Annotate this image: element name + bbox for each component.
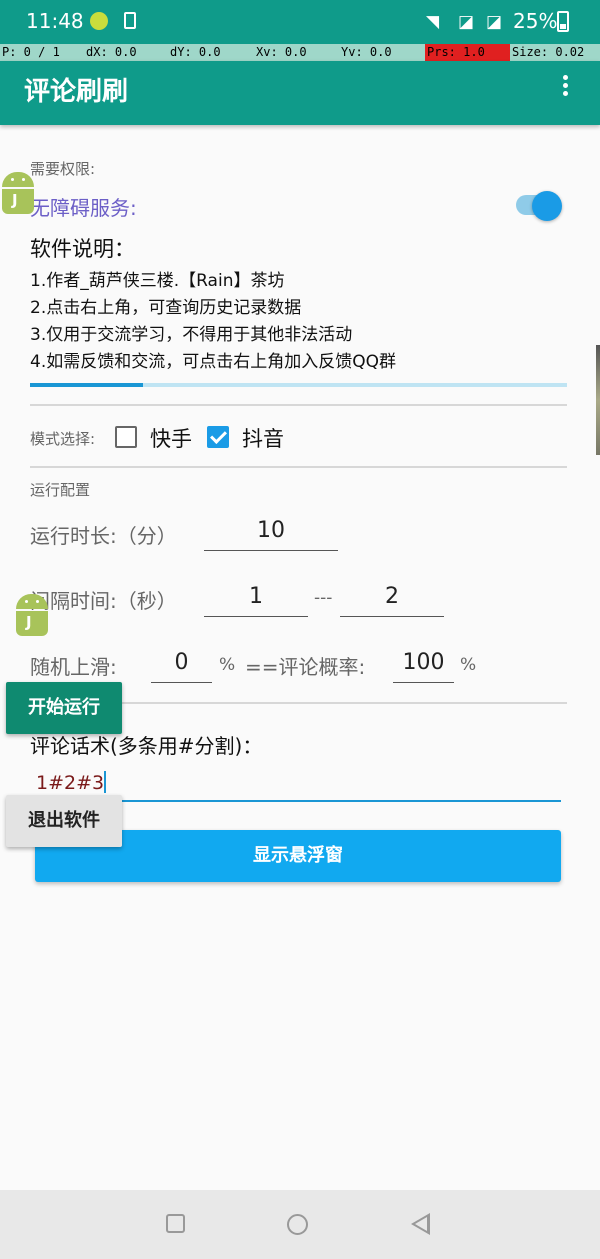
- edge-app-preview: [596, 345, 600, 455]
- divider: [30, 404, 567, 406]
- interval-max-input[interactable]: 2: [340, 582, 444, 617]
- progress-fill: [30, 383, 143, 387]
- kuaishou-label[interactable]: 快手: [150, 423, 192, 453]
- start-run-button[interactable]: 开始运行: [6, 682, 122, 734]
- description-title: 软件说明：: [30, 237, 135, 261]
- comment-prob-input[interactable]: 100: [393, 648, 454, 683]
- divider: [30, 466, 567, 468]
- swipe-input[interactable]: 0: [151, 648, 212, 683]
- swipe-label: 随机上滑:: [30, 655, 117, 679]
- pointer-count: P: 0 / 1: [2, 45, 60, 59]
- pointer-yv: Yv: 0.0: [341, 45, 392, 59]
- run-config-label: 运行配置: [30, 481, 91, 499]
- home-icon[interactable]: [287, 1214, 308, 1235]
- description-line: 1.作者_葫芦侠三楼.【Rain】茶坊: [30, 271, 285, 291]
- description-line: 2.点击右上角，可查询历史记录数据: [30, 298, 302, 318]
- progress-bar: [30, 383, 567, 387]
- pointer-dy: dY: 0.0: [170, 45, 221, 59]
- comment-prob-unit: %: [460, 655, 477, 675]
- status-bar: 11:48 ◥ ◪ ◪ 25%: [0, 0, 600, 44]
- app-title: 评论刷刷: [24, 77, 129, 107]
- interval-min-input[interactable]: 1: [204, 582, 308, 617]
- phrases-label: 评论话术(多条用#分割)：: [30, 734, 263, 758]
- pointer-location-overlay: P: 0 / 1 dX: 0.0 dY: 0.0 Xv: 0.0 Yv: 0.0…: [0, 44, 600, 61]
- interval-label: 间隔时间:（秒）: [30, 589, 177, 613]
- more-vert-icon[interactable]: [553, 73, 577, 97]
- douyin-checkbox[interactable]: [207, 426, 229, 448]
- douyin-label[interactable]: 抖音: [242, 423, 284, 453]
- android-robot-icon[interactable]: [14, 594, 50, 638]
- duration-label: 运行时长:（分）: [30, 524, 177, 548]
- description-line: 4.如需反馈和交流，可点击右上角加入反馈QQ群: [30, 352, 396, 372]
- status-time: 11:48: [26, 9, 84, 33]
- back-icon[interactable]: [411, 1213, 430, 1235]
- app-bar: 评论刷刷: [0, 61, 600, 125]
- battery-icon: [557, 11, 569, 32]
- download-notification-icon: [124, 12, 136, 29]
- swipe-unit: %: [219, 655, 236, 675]
- duration-input[interactable]: 10: [204, 516, 338, 551]
- exit-app-button[interactable]: 退出软件: [6, 795, 122, 847]
- recents-icon[interactable]: [166, 1214, 185, 1233]
- permissions-label: 需要权限:: [30, 160, 96, 178]
- battery-percent: 25%: [513, 9, 558, 33]
- accessibility-service-label: 无障碍服务:: [30, 196, 137, 220]
- wifi-icon: ◥: [426, 12, 440, 32]
- phrases-value: 1#2#3: [36, 772, 105, 794]
- no-signal-icon-2: ◪: [486, 12, 503, 32]
- app-notification-icon: [90, 12, 108, 30]
- text-caret: [104, 771, 107, 793]
- interval-separator: ---: [314, 588, 333, 608]
- pointer-pressure: Prs: 1.0: [425, 44, 510, 61]
- no-signal-icon: ◪: [458, 12, 475, 32]
- switch-thumb: [532, 191, 562, 221]
- pointer-dx: dX: 0.0: [86, 45, 137, 59]
- kuaishou-checkbox[interactable]: [115, 426, 137, 448]
- description-line: 3.仅用于交流学习，不得用于其他非法活动: [30, 325, 353, 345]
- pointer-size: Size: 0.02: [512, 45, 585, 59]
- mode-label: 模式选择:: [30, 430, 96, 448]
- android-robot-icon[interactable]: [0, 172, 36, 216]
- pointer-xv: Xv: 0.0: [256, 45, 307, 59]
- comment-prob-label: ==评论概率:: [245, 655, 366, 679]
